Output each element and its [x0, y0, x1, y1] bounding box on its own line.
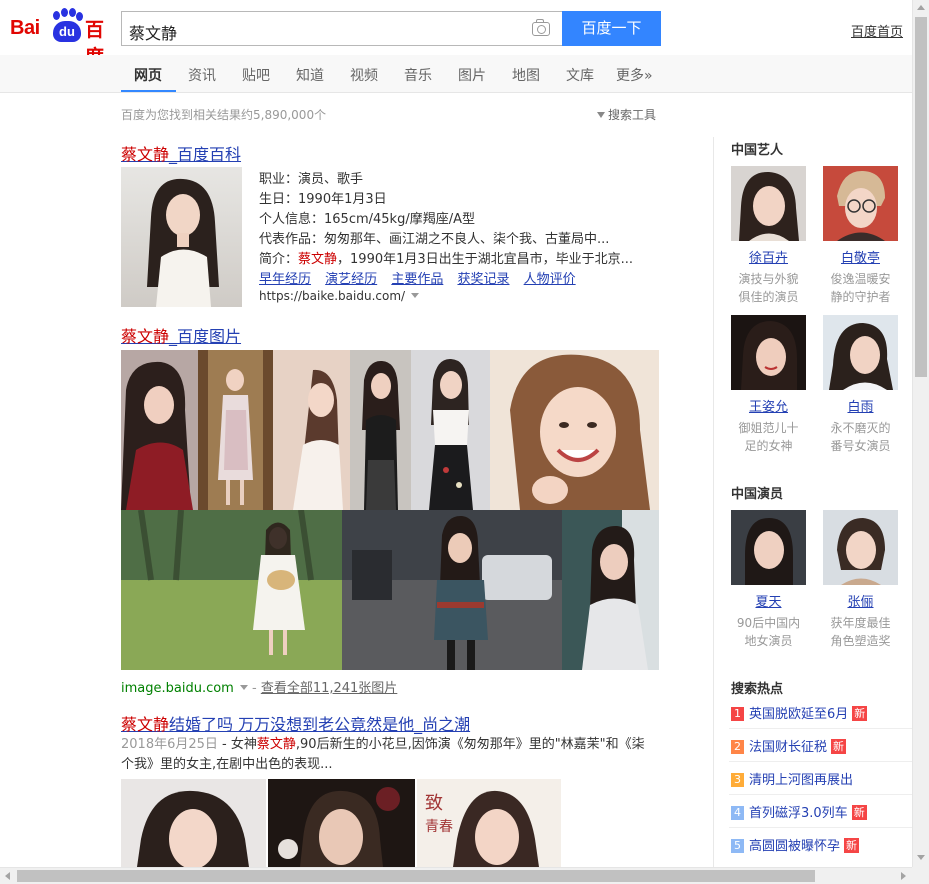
tab-map[interactable]: 地图 — [512, 65, 540, 85]
avatar[interactable] — [823, 166, 898, 241]
image-thumb[interactable] — [198, 350, 273, 510]
divider — [729, 827, 912, 828]
baike-link-awards[interactable]: 获奖记录 — [457, 272, 509, 287]
result-count: 百度为您找到相关结果约5,890,000个 — [121, 108, 327, 122]
new-badge: 新 — [852, 706, 868, 721]
horizontal-scroll-thumb[interactable] — [17, 870, 815, 882]
divider — [729, 761, 912, 762]
person-card[interactable]: 夏天 90后中国内 地女演员 — [731, 510, 806, 650]
caret-down-icon[interactable] — [411, 293, 420, 298]
scroll-left-icon[interactable] — [5, 872, 10, 880]
baike-section-links: 早年经历 演艺经历 主要作品 获奖记录 人物评价 — [259, 268, 586, 287]
avatar[interactable] — [823, 510, 898, 585]
tab-web[interactable]: 网页 — [134, 65, 162, 85]
news-result-title[interactable]: 蔡文静结婚了吗 万万没想到老公竟然是他_尚之潮 — [121, 711, 470, 735]
tab-tieba[interactable]: 贴吧 — [242, 65, 270, 85]
tab-video[interactable]: 视频 — [350, 65, 378, 85]
image-thumb[interactable] — [350, 350, 411, 510]
news-image[interactable] — [121, 779, 266, 867]
news-image[interactable]: 致青春 — [417, 779, 561, 867]
new-badge: 新 — [844, 838, 860, 853]
header: Bai du 百度 蔡文静 百度一下 百度首页 — [0, 0, 912, 68]
active-tab-indicator — [121, 90, 176, 92]
hot-search-item[interactable]: 5 高圆圆被曝怀孕新 — [731, 835, 860, 854]
vertical-scrollbar[interactable] — [912, 0, 929, 867]
avatar[interactable] — [731, 166, 806, 241]
baike-photo[interactable] — [121, 167, 242, 307]
new-badge: 新 — [851, 805, 867, 820]
search-nav: 网页 资讯 贴吧 知道 视频 音乐 图片 地图 文库 更多» — [0, 55, 912, 93]
baike-link-early-life[interactable]: 早年经历 — [259, 272, 311, 287]
baike-intro: 简介：蔡文静，1990年1月3日出生于湖北宜昌市，毕业于北京... — [259, 252, 634, 267]
baidu-logo[interactable]: Bai du 百度 — [10, 8, 112, 68]
baike-result-title[interactable]: 蔡文静_百度百科 — [121, 141, 241, 165]
image-thumb[interactable] — [411, 350, 490, 510]
image-thumb[interactable] — [490, 350, 659, 510]
news-date: 2018年6月25日 — [121, 737, 218, 752]
person-card[interactable]: 王姿允 御姐范儿十 足的女神 — [731, 315, 806, 455]
baike-personal-info: 个人信息：165cm/45kg/摩羯座/A型 — [259, 212, 475, 227]
hot-search-item[interactable]: 3 清明上河图再展出 — [731, 769, 853, 788]
tab-news[interactable]: 资讯 — [188, 65, 216, 85]
scroll-down-icon[interactable] — [917, 855, 925, 860]
scrollbar-corner — [912, 867, 929, 884]
svg-text:青春: 青春 — [425, 819, 453, 835]
search-query[interactable]: 蔡文静 — [129, 20, 177, 44]
horizontal-scrollbar[interactable] — [0, 867, 912, 884]
baike-birthday: 生日：1990年1月3日 — [259, 192, 387, 207]
image-thumb[interactable] — [121, 510, 342, 670]
person-card[interactable]: 白雨 永不磨灭的 番号女演员 — [823, 315, 898, 455]
tab-more[interactable]: 更多» — [616, 65, 653, 85]
person-card[interactable]: 张俪 获年度最佳 角色塑造奖 — [823, 510, 898, 650]
tab-music[interactable]: 音乐 — [404, 65, 432, 85]
avatar[interactable] — [823, 315, 898, 390]
new-badge: 新 — [831, 739, 847, 754]
image-thumb[interactable] — [121, 350, 198, 510]
tab-zhidao[interactable]: 知道 — [296, 65, 324, 85]
sidebar-section-artists-title: 中国艺人 — [731, 143, 784, 158]
hot-search-title: 搜索热点 — [731, 682, 784, 697]
baike-url[interactable]: https://baike.baidu.com/ — [259, 289, 420, 303]
person-card[interactable]: 白敬亭 俊逸温暖安 静的守护者 — [823, 166, 898, 306]
baike-link-career[interactable]: 演艺经历 — [325, 272, 377, 287]
person-card[interactable]: 徐百卉 演技与外貌 俱佳的演员 — [731, 166, 806, 306]
caret-down-icon[interactable] — [239, 685, 248, 690]
images-footer: image.baidu.com - 查看全部11,241张图片 — [121, 681, 398, 696]
tab-wenku[interactable]: 文库 — [566, 65, 594, 85]
scroll-up-icon[interactable] — [917, 5, 925, 10]
news-image[interactable] — [268, 779, 415, 867]
baike-occupation: 职业：演员、歌手 — [259, 172, 364, 187]
scroll-right-icon[interactable] — [901, 872, 906, 880]
svg-text:致: 致 — [425, 793, 443, 814]
avatar[interactable] — [731, 315, 806, 390]
hot-search-item[interactable]: 4 首列磁浮3.0列车新 — [731, 802, 867, 821]
paw-icon: du — [50, 8, 84, 44]
search-tools-button[interactable]: 搜索工具 — [597, 106, 656, 123]
search-input[interactable]: 蔡文静 — [121, 11, 562, 46]
sidebar-divider — [713, 137, 714, 882]
baike-works: 代表作品：匆匆那年、画江湖之不良人、柒个我、古董局中... — [259, 232, 610, 247]
news-snippet: 2018年6月25日 - 女神蔡文静,90后新生的小花旦,因饰演《匆匆那年》里的… — [121, 737, 645, 772]
image-thumb[interactable] — [562, 510, 659, 670]
baike-link-works[interactable]: 主要作品 — [391, 272, 443, 287]
funnel-icon — [597, 112, 605, 118]
logo-latin: Bai — [10, 17, 40, 39]
avatar[interactable] — [731, 510, 806, 585]
image-thumb[interactable] — [273, 350, 350, 510]
camera-icon[interactable] — [532, 19, 550, 36]
divider — [729, 728, 912, 729]
hot-search-item[interactable]: 2 法国财长征税新 — [731, 736, 847, 755]
baike-link-reviews[interactable]: 人物评价 — [524, 272, 576, 287]
hot-search-item[interactable]: 1 英国脱欧延至6月新 — [731, 703, 868, 722]
tab-images[interactable]: 图片 — [458, 65, 486, 85]
sidebar-section-actors-title: 中国演员 — [731, 487, 784, 502]
images-source-url[interactable]: image.baidu.com — [121, 681, 234, 696]
images-result-title[interactable]: 蔡文静_百度图片 — [121, 323, 241, 347]
home-link[interactable]: 百度首页 — [851, 21, 903, 40]
view-all-images-link[interactable]: 查看全部11,241张图片 — [261, 681, 398, 696]
divider — [729, 794, 912, 795]
search-button[interactable]: 百度一下 — [562, 11, 661, 46]
image-thumb[interactable] — [342, 510, 562, 670]
vertical-scroll-thumb[interactable] — [915, 17, 927, 377]
